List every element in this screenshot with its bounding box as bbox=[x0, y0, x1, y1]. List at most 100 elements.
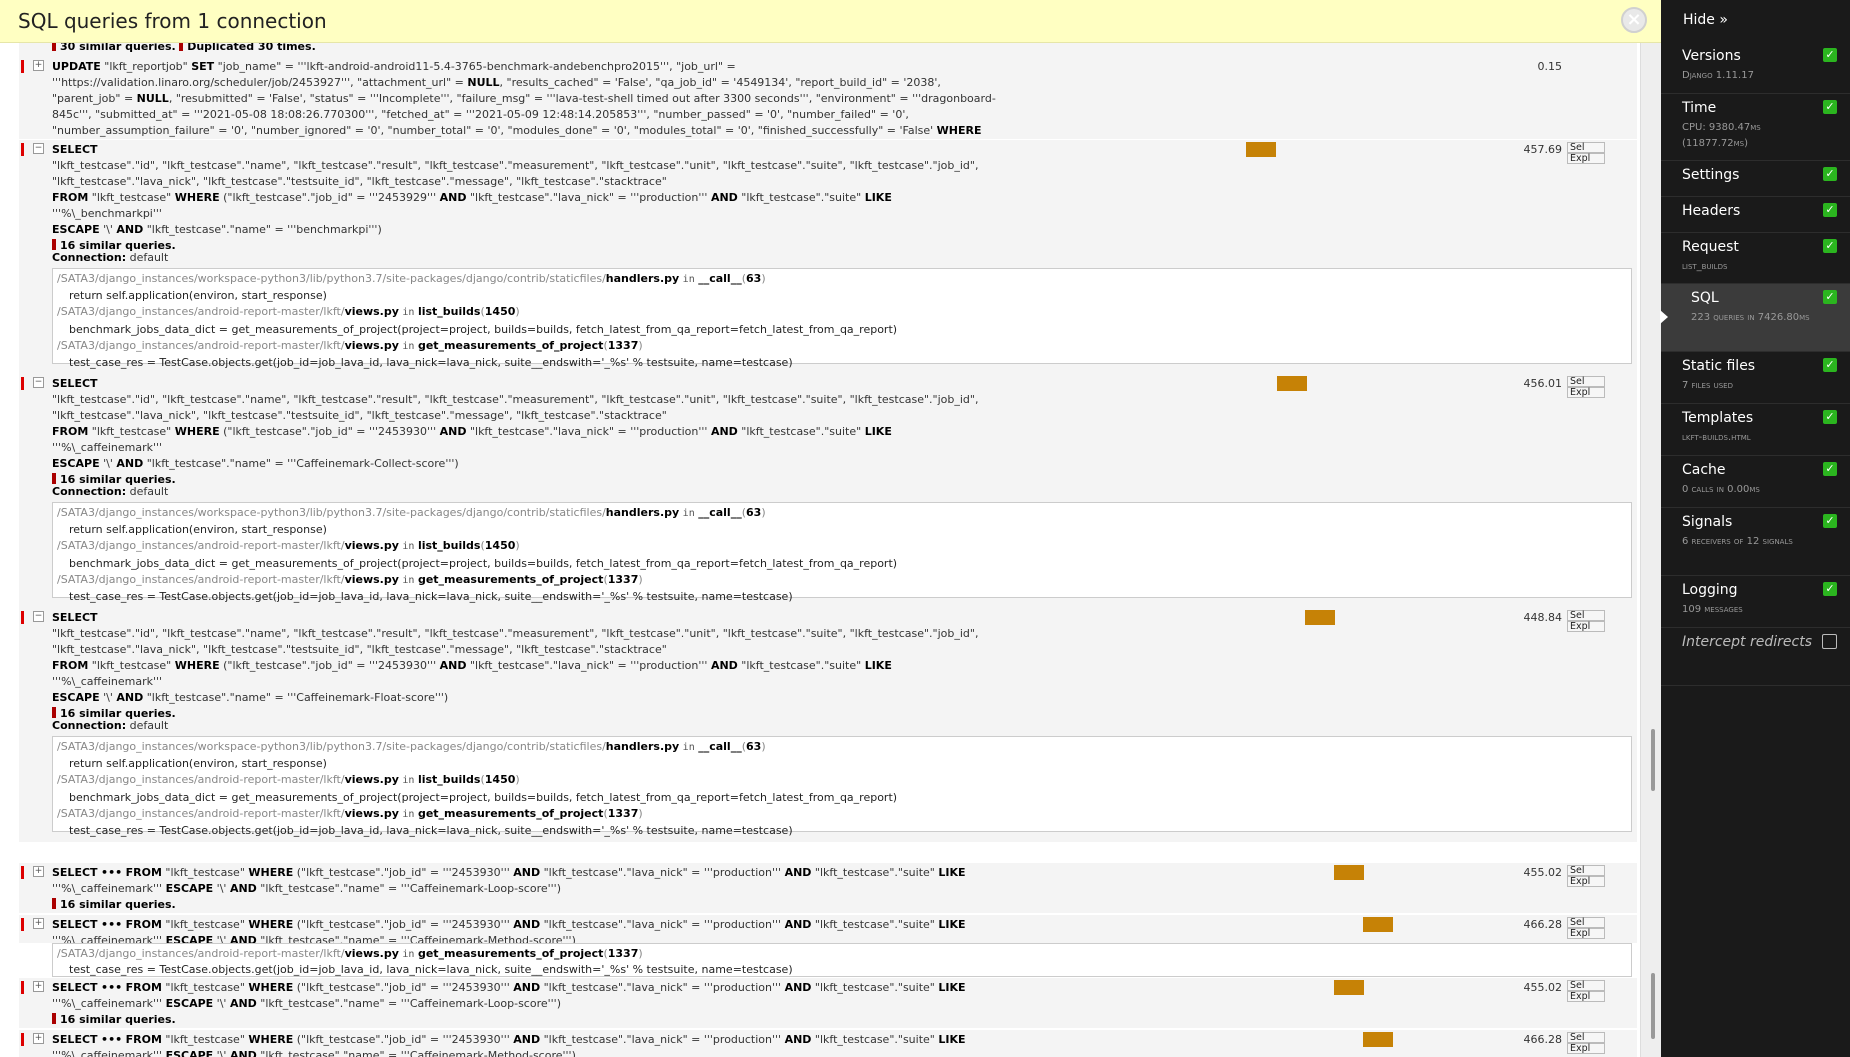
panel-title: SQL queries from 1 connection bbox=[18, 9, 327, 33]
trace-code-line: test_case_res = TestCase.objects.get(job… bbox=[69, 824, 793, 838]
sidebar-panel-headers[interactable]: Headers ✓ bbox=[1661, 197, 1850, 233]
panel-title: Versions bbox=[1682, 48, 1741, 64]
stack-trace: /SATA3/django_instances/workspace-python… bbox=[52, 736, 1632, 837]
sel-button[interactable]: Sel bbox=[1567, 1032, 1605, 1043]
hide-toolbar-button[interactable]: Hide » bbox=[1683, 12, 1728, 28]
query-time: 0.15 bbox=[1537, 60, 1563, 73]
trace-file-line: /SATA3/django_instances/workspace-python… bbox=[57, 506, 766, 519]
expand-toggle[interactable]: + bbox=[33, 1033, 44, 1044]
query-marker bbox=[21, 377, 24, 390]
scrollbar-thumb[interactable] bbox=[1651, 729, 1655, 791]
collapse-toggle[interactable]: − bbox=[33, 143, 44, 154]
query-row-select[interactable]: − SELECT "lkft_testcase"."id", "lkft_test… bbox=[19, 608, 1637, 842]
stack-trace-residual: /SATA3/django_instances/android-report-m… bbox=[52, 943, 1632, 977]
sel-button[interactable]: Sel bbox=[1567, 610, 1605, 621]
query-marker bbox=[21, 918, 24, 931]
scrollbar[interactable] bbox=[1640, 43, 1661, 1057]
scrollbar-thumb-lower[interactable] bbox=[1651, 973, 1655, 1039]
panel-toggle-checkbox[interactable]: ✓ bbox=[1823, 167, 1837, 181]
trace-file-line: /SATA3/django_instances/android-report-m… bbox=[57, 305, 520, 319]
trace-file-line: /SATA3/django_instances/android-report-m… bbox=[57, 806, 643, 820]
query-marker bbox=[21, 143, 24, 156]
sidebar-panel-settings[interactable]: Settings ✓ bbox=[1661, 161, 1850, 197]
sidebar-panel-versions[interactable]: Versions Django 1.11.17 ✓ bbox=[1661, 42, 1850, 94]
query-row-select[interactable]: − SELECT "lkft_testcase"."id", "lkft_test… bbox=[19, 140, 1637, 374]
query-time: 456.01 bbox=[1523, 377, 1563, 390]
trace-file-line: /SATA3/django_instances/workspace-python… bbox=[57, 740, 766, 753]
trace-file-line: /SATA3/django_instances/workspace-python… bbox=[57, 272, 766, 285]
query-row-update[interactable]: + UPDATE "lkft_reportjob" SET "job_name" … bbox=[19, 57, 1637, 169]
expand-toggle[interactable]: + bbox=[33, 866, 44, 877]
sidebar-panel-templates[interactable]: Templates lkft-builds.html ✓ bbox=[1661, 404, 1850, 456]
collapse-toggle[interactable]: − bbox=[33, 611, 44, 622]
panel-toggle-checkbox[interactable]: ✓ bbox=[1823, 410, 1837, 424]
sidebar-panel-time[interactable]: Time CPU: 9380.47ms (11877.72ms) ✓ bbox=[1661, 94, 1850, 161]
panel-toggle-checkbox[interactable]: ✓ bbox=[1823, 514, 1837, 528]
panel-toggle-checkbox[interactable]: ✓ bbox=[1823, 239, 1837, 253]
expand-toggle[interactable]: + bbox=[33, 60, 44, 71]
explain-button[interactable]: Expl bbox=[1567, 991, 1605, 1002]
timeline-bar bbox=[1277, 376, 1307, 391]
expand-toggle[interactable]: + bbox=[33, 981, 44, 992]
panel-subtitle: list_builds bbox=[1682, 261, 1728, 272]
panel-toggle-checkbox[interactable]: ✓ bbox=[1823, 48, 1837, 62]
explain-button[interactable]: Expl bbox=[1567, 876, 1605, 887]
panel-toggle-checkbox[interactable]: ✓ bbox=[1823, 290, 1837, 304]
trace-code-line: benchmark_jobs_data_dict = get_measureme… bbox=[69, 322, 898, 336]
trace-code-line: return self.application(environ, start_r… bbox=[69, 289, 327, 303]
connection-label: Connection: default bbox=[52, 251, 169, 264]
query-list[interactable]: 30 similar queries. Duplicated 30 times.… bbox=[0, 43, 1640, 1057]
expand-toggle[interactable]: + bbox=[33, 918, 44, 929]
panel-subtitle: 223 queries in 7426.80ms bbox=[1691, 312, 1810, 323]
panel-title: Logging bbox=[1682, 582, 1738, 598]
sidebar-panel-logging[interactable]: Logging 109 messages ✓ bbox=[1661, 576, 1850, 628]
sidebar-panel-signals[interactable]: Signals 6 receivers of 12 signals ✓ bbox=[1661, 508, 1850, 576]
sql-text: SELECT "lkft_testcase"."id", "lkft_testc… bbox=[52, 143, 979, 252]
trace-code-line: test_case_res = TestCase.objects.get(job… bbox=[69, 356, 793, 370]
panel-toggle-checkbox[interactable] bbox=[1822, 634, 1837, 649]
close-icon[interactable]: × bbox=[1621, 7, 1647, 33]
query-marker bbox=[21, 866, 24, 879]
sidebar-panel-static-files[interactable]: Static files 7 files used ✓ bbox=[1661, 352, 1850, 404]
panel-title: Cache bbox=[1682, 462, 1726, 478]
timeline-bar bbox=[1305, 610, 1335, 625]
trace-code-line: benchmark_jobs_data_dict = get_measureme… bbox=[69, 790, 898, 804]
active-panel-arrow bbox=[1660, 310, 1668, 324]
explain-button[interactable]: Expl bbox=[1567, 621, 1605, 632]
explain-button[interactable]: Expl bbox=[1567, 387, 1605, 398]
sel-button[interactable]: Sel bbox=[1567, 865, 1605, 876]
trace-code-line: benchmark_jobs_data_dict = get_measureme… bbox=[69, 556, 898, 570]
collapse-toggle[interactable]: − bbox=[33, 377, 44, 388]
query-row-collapsed[interactable]: + SELECT ••• FROM "lkft_testcase" WHERE (… bbox=[19, 863, 1637, 913]
trace-file-line: /SATA3/django_instances/android-report-m… bbox=[57, 539, 520, 553]
panel-toggle-checkbox[interactable]: ✓ bbox=[1823, 582, 1837, 596]
timeline-bar bbox=[1334, 865, 1364, 880]
panel-title: Time bbox=[1682, 100, 1717, 116]
sql-text: SELECT "lkft_testcase"."id", "lkft_testc… bbox=[52, 377, 979, 486]
sidebar-panel-intercept-redirects[interactable]: Intercept redirects bbox=[1661, 628, 1850, 686]
query-time: 466.28 bbox=[1523, 918, 1563, 931]
query-row-collapsed[interactable]: + SELECT ••• FROM "lkft_testcase" WHERE (… bbox=[19, 978, 1637, 1028]
sidebar-panel-cache[interactable]: Cache 0 calls in 0.00ms ✓ bbox=[1661, 456, 1850, 508]
query-row-select[interactable]: − SELECT "lkft_testcase"."id", "lkft_test… bbox=[19, 374, 1637, 608]
explain-button[interactable]: Expl bbox=[1567, 153, 1605, 164]
panel-toggle-checkbox[interactable]: ✓ bbox=[1823, 358, 1837, 372]
sql-text: SELECT ••• FROM "lkft_testcase" WHERE ("… bbox=[52, 981, 969, 1026]
sel-button[interactable]: Sel bbox=[1567, 980, 1605, 991]
panel-title: Request bbox=[1682, 239, 1739, 255]
explain-button[interactable]: Expl bbox=[1567, 928, 1605, 939]
trace-code-line: test_case_res = TestCase.objects.get(job… bbox=[69, 963, 793, 976]
sel-button[interactable]: Sel bbox=[1567, 376, 1605, 387]
sidebar-panel-sql[interactable]: SQL 223 queries in 7426.80ms ✓ bbox=[1660, 284, 1850, 352]
trace-file-line: /SATA3/django_instances/android-report-m… bbox=[57, 572, 643, 586]
panel-toggle-checkbox[interactable]: ✓ bbox=[1823, 203, 1837, 217]
panel-toggle-checkbox[interactable]: ✓ bbox=[1823, 462, 1837, 476]
query-row-collapsed[interactable]: + SELECT ••• FROM "lkft_testcase" WHERE (… bbox=[19, 1030, 1637, 1057]
panel-title: Settings bbox=[1682, 167, 1740, 183]
panel-header: SQL queries from 1 connection × bbox=[0, 0, 1661, 43]
explain-button[interactable]: Expl bbox=[1567, 1043, 1605, 1054]
sel-button[interactable]: Sel bbox=[1567, 917, 1605, 928]
sel-button[interactable]: Sel bbox=[1567, 142, 1605, 153]
panel-toggle-checkbox[interactable]: ✓ bbox=[1823, 100, 1837, 114]
sidebar-panel-request[interactable]: Request list_builds ✓ bbox=[1661, 233, 1850, 284]
